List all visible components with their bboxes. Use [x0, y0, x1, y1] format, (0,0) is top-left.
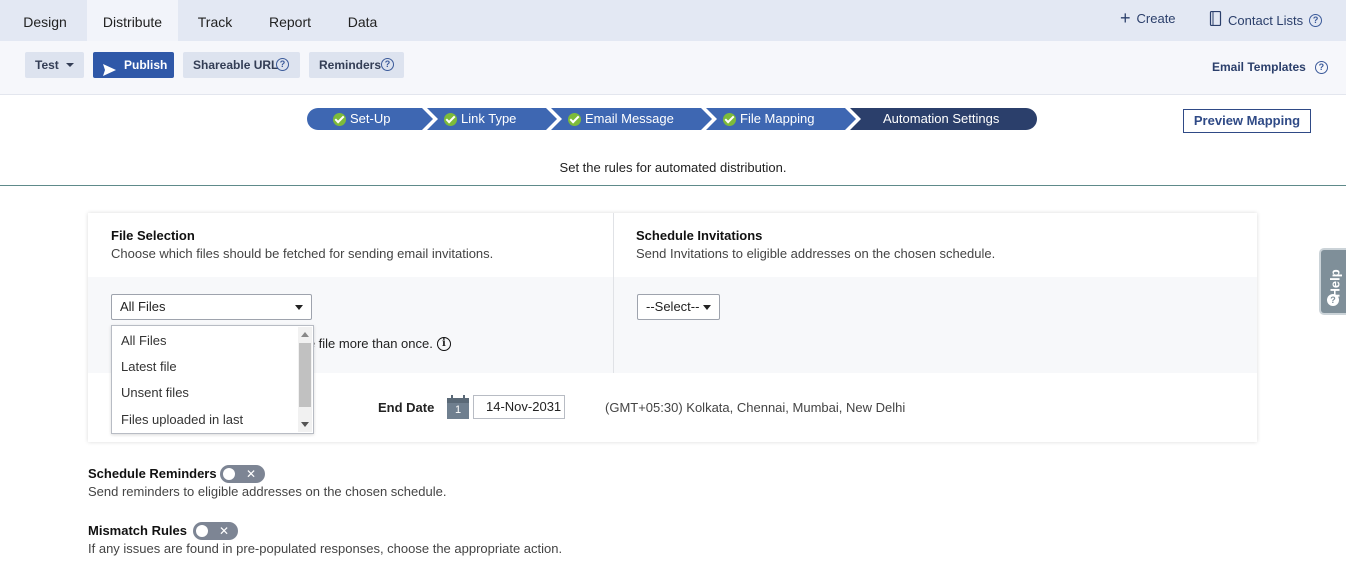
help-icon: ? [381, 58, 394, 71]
step-label: Set-Up [350, 111, 391, 126]
step-label: Link Type [461, 111, 517, 126]
timezone-label: (GMT+05:30) Kolkata, Chennai, Mumbai, Ne… [605, 400, 906, 415]
file-note-text: me file more than once. [297, 336, 433, 351]
schedule-select-value: --Select-- [646, 299, 700, 314]
file-select-value: All Files [120, 299, 166, 314]
chevron-down-icon [66, 63, 74, 67]
help-icon: ? [1327, 294, 1339, 306]
preview-mapping-button[interactable]: Preview Mapping [1183, 109, 1311, 133]
file-selection-title: File Selection [111, 228, 195, 243]
scroll-thumb[interactable] [299, 343, 311, 407]
contact-lists-button[interactable]: Contact Lists ? [1209, 10, 1323, 29]
dropdown-option[interactable]: Files uploaded in last [121, 412, 243, 427]
calendar-day: 1 [454, 404, 462, 416]
address-book-icon [1209, 10, 1222, 29]
calendar-icon[interactable]: 1 [447, 395, 469, 419]
toolbar: Test Publish Shareable URL ? Reminders ?… [0, 41, 1346, 95]
schedule-reminders-toggle[interactable]: ✕ [220, 465, 265, 483]
tab-design[interactable]: Design [8, 0, 82, 41]
publish-button[interactable]: Publish [93, 52, 174, 78]
step-set-up[interactable]: Set-Up [307, 108, 433, 130]
dropdown-option[interactable]: Unsent files [121, 385, 189, 400]
contact-lists-label: Contact Lists [1228, 12, 1304, 28]
email-templates-link[interactable]: Email Templates ? [1212, 60, 1328, 74]
help-side-tab[interactable]: Help ? [1319, 248, 1346, 315]
toggle-knob [196, 525, 208, 537]
step-progress: Set-Up Link Type Email Message File Mapp… [0, 96, 1346, 148]
toggle-knob [223, 468, 235, 480]
schedule-invitations-description: Send Invitations to eligible addresses o… [636, 246, 996, 261]
step-email-message[interactable]: Email Message [551, 108, 712, 130]
step-label-wrap: Email Message [568, 108, 674, 130]
chevron-down-icon [703, 305, 711, 310]
test-label: Test [35, 58, 59, 72]
schedule-reminders-title: Schedule Reminders [88, 466, 217, 481]
step-file-mapping[interactable]: File Mapping [706, 108, 856, 130]
mismatch-rules-toggle[interactable]: ✕ [193, 522, 238, 540]
tab-distribute[interactable]: Distribute [87, 0, 178, 41]
step-label: File Mapping [740, 111, 815, 126]
chevron-down-icon [295, 305, 303, 310]
reminders-button[interactable]: Reminders ? [309, 52, 404, 78]
step-label: Automation Settings [883, 111, 1000, 126]
mismatch-rules-description: If any issues are found in pre-populated… [88, 541, 563, 556]
dropdown-option[interactable]: All Files [121, 333, 167, 348]
file-selection-select[interactable]: All Files [111, 294, 312, 320]
plus-icon: + [1120, 8, 1131, 28]
test-dropdown[interactable]: Test [25, 52, 84, 78]
top-nav: Design Distribute Track Report Data + Cr… [0, 0, 1346, 41]
close-icon: ✕ [218, 524, 229, 538]
check-icon [333, 112, 346, 126]
page-subtitle: Set the rules for automated distribution… [0, 148, 1346, 186]
create-button[interactable]: + Create [1120, 8, 1176, 28]
file-selection-note: me file more than once. i [297, 336, 451, 351]
tab-track[interactable]: Track [185, 0, 245, 41]
close-icon: ✕ [245, 467, 256, 481]
step-label-wrap: Automation Settings [883, 108, 999, 130]
step-label: Email Message [585, 111, 674, 126]
step-label-wrap: Link Type [444, 108, 516, 130]
end-date-label: End Date [378, 400, 435, 415]
help-icon[interactable]: ? [1309, 13, 1323, 27]
help-icon: ? [1314, 60, 1328, 74]
scroll-down-icon[interactable] [301, 422, 309, 427]
shareable-url-button[interactable]: Shareable URL ? [183, 52, 300, 78]
scroll-up-icon[interactable] [301, 332, 309, 337]
schedule-select[interactable]: --Select-- [637, 294, 720, 320]
check-icon [444, 112, 457, 126]
file-selection-dropdown: All Files Latest file Unsent files Files… [111, 325, 314, 434]
schedule-invitations-title: Schedule Invitations [636, 228, 763, 243]
check-icon [723, 112, 736, 126]
email-templates-label: Email Templates [1212, 60, 1306, 74]
create-label: Create [1136, 11, 1176, 26]
mismatch-rules-title: Mismatch Rules [88, 523, 187, 538]
check-icon [568, 112, 581, 126]
step-automation-settings[interactable]: Automation Settings [850, 108, 1037, 130]
help-icon: ? [276, 58, 289, 71]
step-link-type[interactable]: Link Type [427, 108, 557, 130]
end-date-input[interactable]: 14-Nov-2031 [473, 395, 565, 419]
reminders-label: Reminders [319, 58, 382, 72]
tab-report[interactable]: Report [258, 0, 322, 41]
step-label-wrap: File Mapping [723, 108, 814, 130]
schedule-reminders-description: Send reminders to eligible addresses on … [88, 484, 447, 499]
shareable-url-label: Shareable URL [193, 58, 279, 72]
tab-data[interactable]: Data [335, 0, 390, 41]
file-selection-description: Choose which files should be fetched for… [111, 246, 494, 261]
step-label-wrap: Set-Up [333, 108, 390, 130]
divider [613, 213, 614, 373]
publish-label: Publish [124, 58, 168, 72]
dropdown-scrollbar[interactable] [298, 327, 312, 432]
send-icon [103, 59, 116, 85]
dropdown-option[interactable]: Latest file [121, 359, 177, 374]
info-icon[interactable]: i [436, 336, 451, 351]
